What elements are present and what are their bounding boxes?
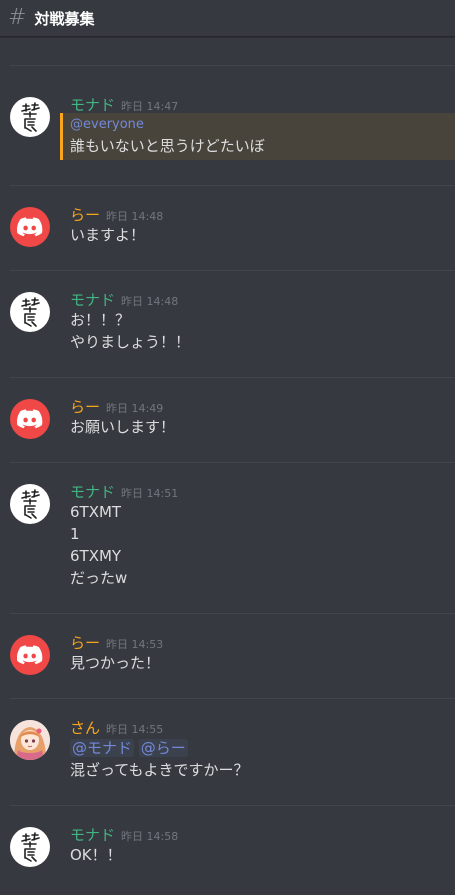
username[interactable]: らー — [70, 204, 100, 225]
divider — [10, 65, 455, 66]
message-content: らー 昨日 14:49 お願いします！ — [70, 396, 455, 438]
avatar[interactable] — [10, 484, 50, 524]
timestamp: 昨日 14:55 — [106, 723, 164, 736]
message-meta: モナド 昨日 14:51 — [70, 481, 455, 501]
timestamp: 昨日 14:49 — [106, 402, 164, 415]
timestamp: 昨日 14:47 — [121, 100, 179, 113]
message-content: モナド 昨日 14:51 6TXMT 1 6TXMY だったw — [70, 481, 455, 589]
message-meta: らー 昨日 14:49 — [70, 396, 455, 416]
discord-icon — [17, 217, 43, 237]
message-meta: モナド 昨日 14:48 — [70, 289, 455, 309]
username[interactable]: モナド — [70, 481, 115, 502]
message-content: らー 昨日 14:53 見つかった！ — [70, 632, 455, 674]
message-meta: らー 昨日 14:48 — [70, 204, 455, 224]
hashtag-icon: # — [8, 5, 27, 30]
divider — [10, 185, 455, 186]
message-text: 混ざってもよきですかー？ — [70, 761, 249, 779]
message-text: 誰もいないと思うけどたいぼ — [70, 137, 265, 155]
mention-line: @モナド @らー — [70, 737, 455, 759]
channel-name: 対戦募集 — [34, 9, 95, 28]
message-text: 6TXMY — [70, 547, 122, 565]
message-content: モナド 昨日 14:47 — [70, 94, 455, 114]
kanji-avatar-icon — [21, 297, 40, 327]
kanji-avatar-icon — [21, 102, 40, 132]
timestamp: 昨日 14:58 — [121, 830, 179, 843]
discord-icon — [17, 645, 43, 665]
message-content: モナド 昨日 14:48 お！！？ やりましょう！！ — [70, 289, 455, 353]
discord-icon — [17, 409, 43, 429]
message-text: 1 — [70, 525, 80, 543]
username[interactable]: らー — [70, 396, 100, 417]
message-text: 見つかった！ — [70, 654, 161, 672]
divider — [10, 462, 455, 463]
message-meta: モナド 昨日 14:58 — [70, 824, 455, 844]
message-meta: モナド 昨日 14:47 — [70, 94, 455, 114]
avatar[interactable] — [10, 207, 50, 247]
mention-highlight: @everyone 誰もいないと思うけどたいぼ — [60, 113, 455, 160]
timestamp: 昨日 14:53 — [106, 638, 164, 651]
avatar[interactable] — [10, 292, 50, 332]
message-content: さん 昨日 14:55 @モナド @らー 混ざってもよきですかー？ — [70, 717, 455, 781]
username[interactable]: モナド — [70, 94, 115, 115]
message-text: お！！？ — [70, 311, 131, 329]
message-text: だったw — [70, 569, 128, 587]
channel-header: # 対戦募集 — [0, 0, 455, 37]
everyone-mention[interactable]: @everyone — [70, 115, 455, 135]
username[interactable]: さん — [70, 717, 100, 738]
timestamp: 昨日 14:48 — [121, 295, 179, 308]
avatar[interactable] — [10, 720, 50, 760]
divider — [10, 805, 455, 806]
avatar[interactable] — [10, 399, 50, 439]
divider — [10, 270, 455, 271]
avatar[interactable] — [10, 97, 50, 137]
username[interactable]: らー — [70, 632, 100, 653]
username[interactable]: モナド — [70, 289, 115, 310]
kanji-avatar-icon — [21, 832, 40, 862]
divider — [10, 613, 455, 614]
divider — [10, 698, 455, 699]
message-text: 6TXMT — [70, 503, 122, 521]
timestamp: 昨日 14:48 — [106, 210, 164, 223]
message-meta: さん 昨日 14:55 — [70, 717, 455, 737]
user-mention[interactable]: @らー — [138, 739, 188, 757]
username[interactable]: モナド — [70, 824, 115, 845]
avatar[interactable] — [10, 827, 50, 867]
kanji-avatar-icon — [21, 489, 40, 519]
avatar[interactable] — [10, 635, 50, 675]
message-content: モナド 昨日 14:58 OK！！ — [70, 824, 455, 866]
message-meta: らー 昨日 14:53 — [70, 632, 455, 652]
divider — [10, 377, 455, 378]
message-text: お願いします！ — [70, 418, 176, 436]
user-mention[interactable]: @モナド — [70, 739, 135, 757]
message-text: OK！！ — [70, 846, 122, 864]
anime-character-avatar-icon — [10, 720, 50, 760]
message-text: やりましょう！！ — [70, 333, 191, 351]
timestamp: 昨日 14:51 — [121, 487, 179, 500]
message-text: いますよ！ — [70, 226, 146, 244]
message-content: らー 昨日 14:48 いますよ！ — [70, 204, 455, 246]
